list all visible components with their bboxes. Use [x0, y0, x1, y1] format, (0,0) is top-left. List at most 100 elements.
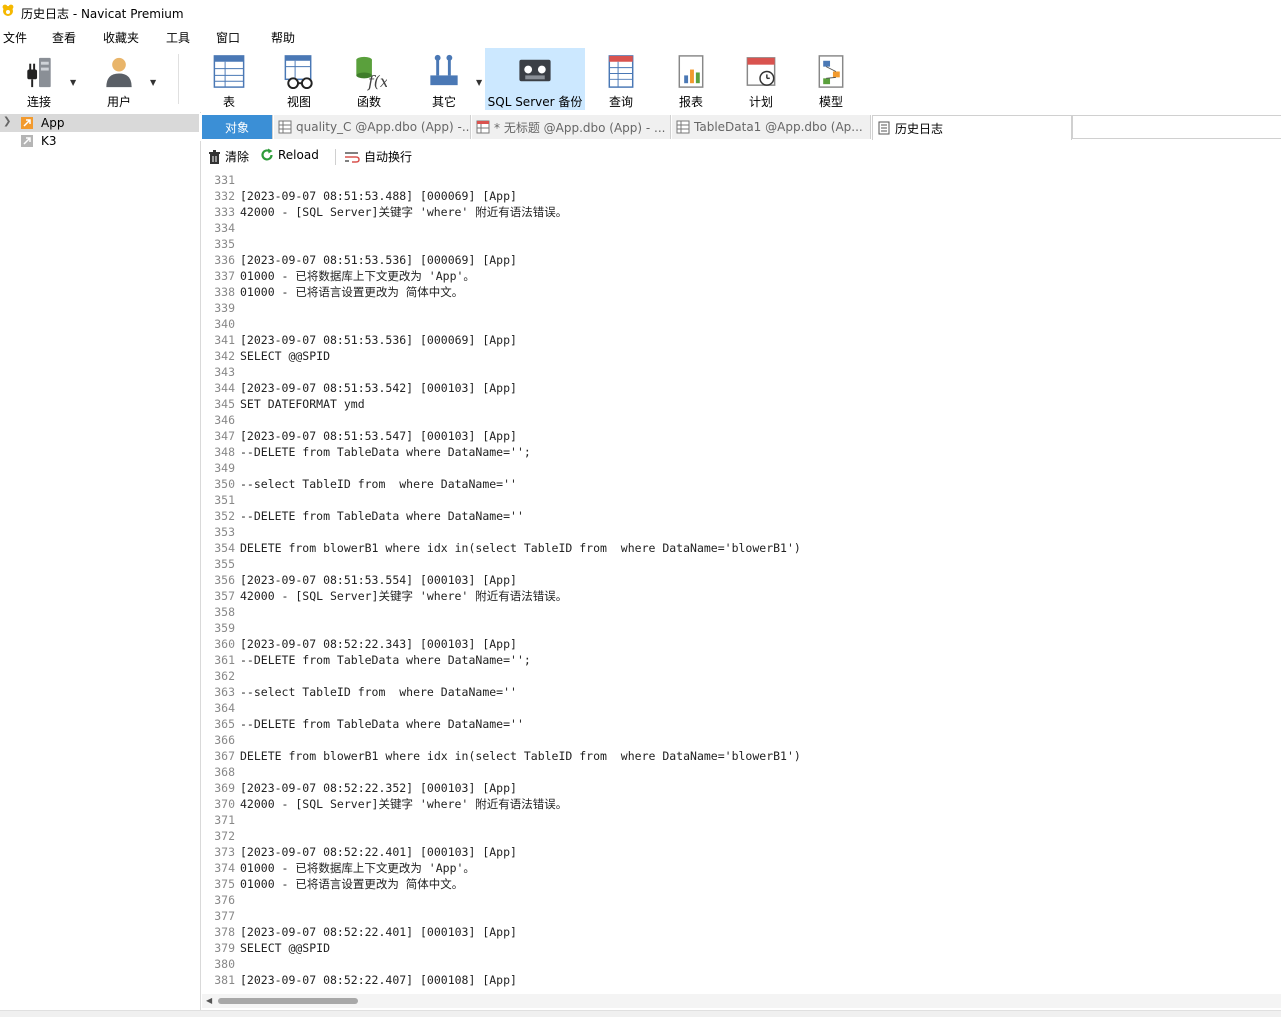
- chevron-down-icon[interactable]: ▼: [476, 78, 482, 87]
- line-number: 350: [214, 477, 235, 491]
- log-line: 377: [202, 908, 1281, 924]
- log-text: [2023-09-07 08:51:53.488] [000069] [App]: [240, 189, 517, 203]
- log-line: 359: [202, 620, 1281, 636]
- log-text: [2023-09-07 08:51:53.554] [000103] [App]: [240, 573, 517, 587]
- line-number: 338: [214, 285, 235, 299]
- log-text: SET DATEFORMAT ymd: [240, 397, 365, 411]
- line-number: 367: [214, 749, 235, 763]
- menu-tools[interactable]: 工具: [166, 29, 190, 46]
- log-line: 352 --DELETE from TableData where DataNam…: [202, 508, 1281, 524]
- history-log-text-area[interactable]: 331 332 [2023-09-07 08:51:53.488] [000069]…: [202, 172, 1281, 994]
- toolbar-label: 其它: [431, 95, 456, 109]
- horizontal-scrollbar[interactable]: ◀: [202, 994, 1281, 1008]
- log-text: [2023-09-07 08:52:22.401] [000103] [App]: [240, 925, 517, 939]
- log-text: 42000 - [SQL Server]关键字 'where' 附近有语法错误。: [240, 205, 568, 219]
- log-line: 335: [202, 236, 1281, 252]
- chevron-down-icon[interactable]: ▼: [150, 78, 156, 87]
- log-text: --select TableID from where DataName='': [240, 685, 517, 699]
- tab-quality-c[interactable]: quality_C @App.dbo (App) -...: [274, 115, 471, 139]
- toolbar-view-button[interactable]: 视图: [275, 48, 323, 110]
- tab-tabledata1[interactable]: TableData1 @App.dbo (Ap...: [672, 115, 871, 139]
- line-number: 339: [214, 301, 235, 315]
- chevron-right-icon[interactable]: ❯: [3, 116, 11, 127]
- line-number: 342: [214, 349, 235, 363]
- log-line: 372: [202, 828, 1281, 844]
- reload-button[interactable]: Reload: [260, 148, 319, 162]
- sidebar-item-app[interactable]: ❯ App: [0, 114, 199, 132]
- log-line: 376: [202, 892, 1281, 908]
- log-line: 358: [202, 604, 1281, 620]
- table-icon: [213, 55, 245, 88]
- toolbar-report-button[interactable]: 报表: [667, 48, 715, 110]
- log-line: 381 [2023-09-07 08:52:22.407] [000108] [A…: [202, 972, 1281, 988]
- toolbar-schedule-button[interactable]: 计划: [737, 48, 785, 110]
- log-text: [2023-09-07 08:52:22.401] [000103] [App]: [240, 845, 517, 859]
- clear-button[interactable]: 清除: [208, 148, 249, 165]
- log-text: [2023-09-07 08:52:22.352] [000103] [App]: [240, 781, 517, 795]
- toolbar-query-button[interactable]: 查询: [597, 48, 645, 110]
- chevron-down-icon[interactable]: ▼: [70, 78, 76, 87]
- toolbar-function-button[interactable]: f(x) 函数: [345, 48, 393, 110]
- log-line: 370 42000 - [SQL Server]关键字 'where' 附近有语法…: [202, 796, 1281, 812]
- line-number: 348: [214, 445, 235, 459]
- connection-plug-icon: [27, 57, 51, 88]
- line-number: 361: [214, 653, 235, 667]
- toolbar-sql-server-backup-button[interactable]: SQL Server 备份: [485, 48, 585, 110]
- log-text: --DELETE from TableData where DataName='…: [240, 717, 524, 731]
- log-line: 340: [202, 316, 1281, 332]
- sidebar-item-k3[interactable]: K3: [0, 132, 199, 150]
- log-line: 360 [2023-09-07 08:52:22.343] [000103] [A…: [202, 636, 1281, 652]
- line-number: 358: [214, 605, 235, 619]
- log-line: 337 01000 - 已将数据库上下文更改为 'App'。: [202, 268, 1281, 284]
- line-number: 370: [214, 797, 235, 811]
- line-number: 332: [214, 189, 235, 203]
- log-text: 01000 - 已将数据库上下文更改为 'App'。: [240, 269, 475, 283]
- word-wrap-toggle[interactable]: 自动换行: [344, 148, 412, 165]
- line-number: 374: [214, 861, 235, 875]
- line-number: 372: [214, 829, 235, 843]
- user-icon: [106, 57, 132, 88]
- log-line: 338 01000 - 已将语言设置更改为 简体中文。: [202, 284, 1281, 300]
- menu-help[interactable]: 帮助: [271, 29, 295, 46]
- line-number: 343: [214, 365, 235, 379]
- menu-favorites[interactable]: 收藏夹: [103, 29, 139, 46]
- log-line: 344 [2023-09-07 08:51:53.542] [000103] [A…: [202, 380, 1281, 396]
- line-number: 378: [214, 925, 235, 939]
- menu-view[interactable]: 查看: [52, 29, 76, 46]
- log-line: 349: [202, 460, 1281, 476]
- document-tab-bar: 对象 quality_C @App.dbo (App) -... * 无标题 @…: [200, 113, 1281, 141]
- line-number: 354: [214, 541, 235, 555]
- line-number: 333: [214, 205, 235, 219]
- view-glasses-icon: [284, 55, 313, 90]
- line-number: 340: [214, 317, 235, 331]
- log-line: 331: [202, 172, 1281, 188]
- horizontal-scrollbar-thumb[interactable]: [218, 998, 358, 1004]
- log-text: [2023-09-07 08:52:22.343] [000103] [App]: [240, 637, 517, 651]
- line-number: 371: [214, 813, 235, 827]
- line-number: 347: [214, 429, 235, 443]
- toolbar-model-button[interactable]: 模型: [807, 48, 855, 110]
- toolbar-label: 用户: [106, 95, 131, 109]
- scroll-left-arrow-icon[interactable]: ◀: [206, 996, 212, 1005]
- toolbar-table-button[interactable]: 表: [205, 48, 253, 110]
- log-line: 368: [202, 764, 1281, 780]
- tab-untitled-query[interactable]: * 无标题 @App.dbo (App) - ...: [472, 115, 671, 139]
- menu-window[interactable]: 窗口: [216, 29, 240, 46]
- word-wrap-label: 自动换行: [364, 150, 413, 164]
- tab-label: 对象: [224, 120, 249, 135]
- toolbar-user-button[interactable]: 用户 ▼: [94, 48, 156, 110]
- log-text: --DELETE from TableData where DataName='…: [240, 445, 531, 459]
- tab-objects[interactable]: 对象: [202, 115, 273, 139]
- log-line: 362: [202, 668, 1281, 684]
- line-number: 368: [214, 765, 235, 779]
- toolbar-connection-button[interactable]: 连接 ▼: [8, 48, 76, 110]
- line-number: 375: [214, 877, 235, 891]
- log-text: 42000 - [SQL Server]关键字 'where' 附近有语法错误。: [240, 797, 568, 811]
- toolbar-other-button[interactable]: 其它 ▼: [420, 48, 482, 110]
- menu-file[interactable]: 文件: [3, 29, 27, 46]
- log-line: 353: [202, 524, 1281, 540]
- toolbar-separator: [178, 54, 179, 104]
- log-line: 341 [2023-09-07 08:51:53.536] [000069] [A…: [202, 332, 1281, 348]
- line-number: 365: [214, 717, 235, 731]
- tab-history-log[interactable]: 历史日志: [872, 115, 1072, 140]
